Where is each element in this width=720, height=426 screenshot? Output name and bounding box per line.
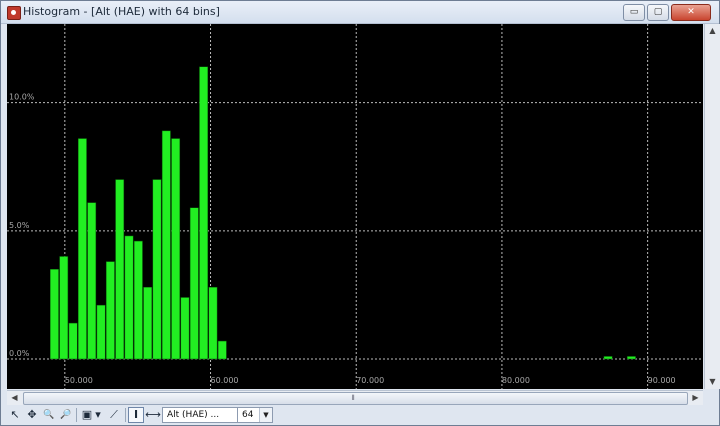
histogram-bar	[115, 179, 125, 360]
copy-dropdown-icon[interactable]: ▾	[93, 407, 103, 423]
histogram-bar	[189, 207, 199, 360]
histogram-bar	[124, 235, 134, 360]
histogram-bar	[59, 256, 69, 360]
close-button[interactable]: ✕	[671, 4, 711, 21]
horizontal-scrollbar[interactable]: ◀ ⦀ ▶	[7, 390, 703, 405]
histogram-bar	[199, 66, 209, 360]
histogram-bar	[133, 240, 143, 360]
y-tick-label: 10.0%	[9, 93, 35, 102]
zoom-out-icon[interactable]: 🔎	[58, 407, 74, 423]
histogram-bar	[161, 130, 171, 360]
chevron-down-icon[interactable]: ▼	[259, 408, 272, 422]
maximize-button[interactable]: ▢	[647, 4, 669, 21]
x-tick-label: 70.000	[356, 376, 384, 385]
attribute-field[interactable]: Alt (HAE) ...	[162, 407, 238, 423]
histogram-bar	[180, 297, 190, 360]
histogram-window: Histogram - [Alt (HAE) with 64 bins] ▭ ▢…	[0, 0, 720, 426]
y-tick-label: 5.0%	[9, 221, 30, 230]
bin-count-select[interactable]: 64 ▼	[237, 407, 273, 423]
horizontal-measure-icon[interactable]: ⟷	[145, 407, 161, 423]
scroll-grip-icon: ⦀	[351, 394, 356, 402]
minimize-button[interactable]: ▭	[623, 4, 645, 21]
scroll-right-arrow-icon[interactable]: ▶	[688, 391, 703, 405]
histogram-bar	[77, 138, 87, 360]
vertical-scrollbar[interactable]: ▲ ▼	[704, 24, 720, 389]
select-pointer-icon[interactable]: ↖	[7, 407, 23, 423]
app-icon[interactable]	[7, 6, 21, 20]
horizontal-scroll-thumb[interactable]: ⦀	[23, 392, 688, 405]
histogram-bar	[68, 322, 78, 360]
bottom-toolbar: ↖ ✥ 🔍 🔎 ▣ ▾ ⟋ I ⟷ Alt (HAE) ... 64 ▼	[7, 405, 717, 425]
histogram-chart: 0.0% 5.0% 10.0% 50.000 60.000 70.000 80.000 90.…	[7, 24, 703, 389]
scroll-up-arrow-icon[interactable]: ▲	[705, 24, 720, 38]
histogram-bar	[626, 356, 636, 360]
histogram-bar	[50, 269, 59, 360]
scroll-down-arrow-icon[interactable]: ▼	[705, 375, 720, 389]
window-title: Histogram - [Alt (HAE) with 64 bins]	[23, 5, 220, 18]
histogram-bar	[603, 356, 613, 360]
histogram-bar	[217, 340, 227, 360]
axes-icon[interactable]: ⟋	[106, 407, 122, 423]
histogram-bar	[171, 138, 181, 360]
histogram-bar	[152, 179, 162, 360]
toolbar-separator	[76, 408, 77, 422]
x-tick-label: 50.000	[65, 376, 93, 385]
x-tick-label: 80.000	[502, 376, 530, 385]
scroll-left-arrow-icon[interactable]: ◀	[7, 391, 22, 405]
histogram-bar	[87, 202, 97, 360]
histogram-plot-area[interactable]: 0.0% 5.0% 10.0% 50.000 60.000 70.000 80.000 90.…	[7, 24, 703, 389]
y-tick-label: 0.0%	[9, 349, 30, 358]
pan-icon[interactable]: ✥	[24, 407, 40, 423]
histogram-bar	[96, 304, 106, 360]
toolbar-separator	[125, 408, 126, 422]
zoom-in-icon[interactable]: 🔍	[41, 407, 57, 423]
bin-count-value: 64	[242, 410, 254, 420]
x-tick-label: 90.000	[648, 376, 676, 385]
window-controls: ▭ ▢ ✕	[623, 4, 711, 21]
histogram-bar	[208, 286, 218, 360]
histogram-bar	[105, 261, 115, 360]
vertical-measure-icon[interactable]: I	[128, 407, 144, 423]
histogram-bar	[143, 286, 153, 360]
x-tick-label: 60.000	[211, 376, 239, 385]
title-bar[interactable]: Histogram - [Alt (HAE) with 64 bins] ▭ ▢…	[1, 1, 719, 24]
